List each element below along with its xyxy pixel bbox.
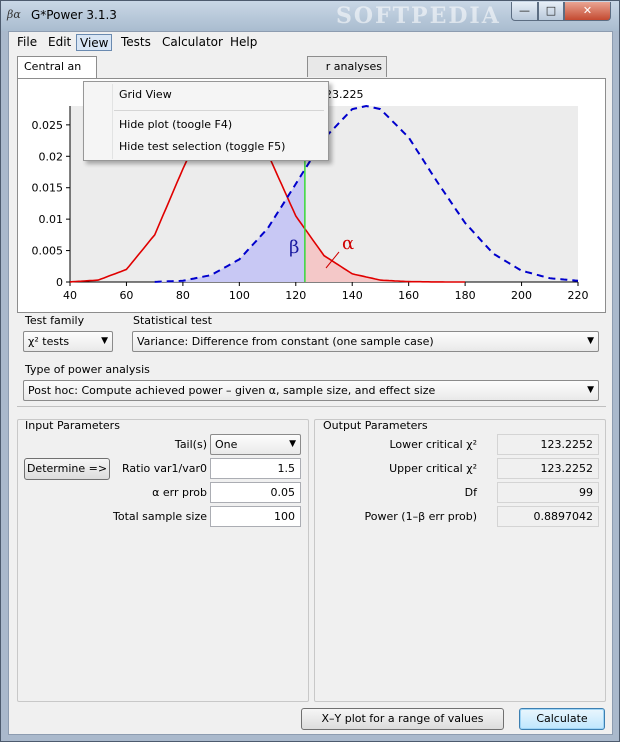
x-tick-label: 60 bbox=[119, 289, 133, 302]
chevron-down-icon: ▼ bbox=[587, 385, 594, 395]
menu-tests[interactable]: Tests bbox=[118, 34, 154, 51]
ratio-label: Ratio var1/var0 bbox=[122, 462, 207, 475]
lower-critical-value: 123.2252 bbox=[497, 434, 599, 455]
x-tick-label: 80 bbox=[176, 289, 190, 302]
x-tick-label: 200 bbox=[511, 289, 532, 302]
menu-help[interactable]: Help bbox=[227, 34, 260, 51]
menu-bar: File Edit View Tests Calculator Help bbox=[9, 32, 612, 52]
power-value: 0.8897042 bbox=[497, 506, 599, 527]
x-tick-label: 140 bbox=[342, 289, 363, 302]
menu-item-hide-test-selection[interactable]: Hide test selection (toggle F5) bbox=[119, 140, 285, 153]
y-tick-label: 0.025 bbox=[32, 119, 64, 132]
test-family-select[interactable]: χ² tests ▼ bbox=[23, 331, 113, 352]
menu-calculator[interactable]: Calculator bbox=[159, 34, 226, 51]
view-menu-dropdown: Grid View Hide plot (toogle F4) Hide tes… bbox=[83, 81, 329, 161]
title-bar[interactable]: βα G*Power 3.1.3 SOFTPEDIA — □ ✕ bbox=[1, 1, 619, 31]
calculate-button[interactable]: Calculate bbox=[519, 708, 605, 730]
df-label: Df bbox=[464, 486, 477, 499]
output-parameters-title: Output Parameters bbox=[323, 419, 428, 432]
app-window: βα G*Power 3.1.3 SOFTPEDIA — □ ✕ File Ed… bbox=[0, 0, 620, 742]
ratio-input[interactable]: 1.5 bbox=[210, 458, 301, 479]
maximize-button[interactable]: □ bbox=[538, 2, 564, 21]
x-tick-label: 180 bbox=[455, 289, 476, 302]
upper-critical-label: Upper critical χ² bbox=[389, 462, 477, 475]
x-tick-label: 220 bbox=[568, 289, 589, 302]
x-tick-label: 160 bbox=[398, 289, 419, 302]
menu-separator bbox=[114, 110, 324, 111]
test-family-value: χ² tests bbox=[28, 335, 70, 348]
tails-value: One bbox=[215, 438, 238, 451]
window-title: G*Power 3.1.3 bbox=[31, 8, 117, 22]
x-tick-label: 40 bbox=[63, 289, 77, 302]
watermark: SOFTPEDIA bbox=[336, 3, 501, 29]
statistical-test-select[interactable]: Variance: Difference from constant (one … bbox=[132, 331, 599, 352]
x-tick-label: 100 bbox=[229, 289, 250, 302]
chevron-down-icon: ▼ bbox=[289, 439, 296, 449]
input-parameters-title: Input Parameters bbox=[25, 419, 120, 432]
y-tick-label: 0.02 bbox=[39, 150, 64, 163]
upper-critical-value: 123.2252 bbox=[497, 458, 599, 479]
lower-critical-label: Lower critical χ² bbox=[389, 438, 477, 451]
x-tick-label: 120 bbox=[285, 289, 306, 302]
menu-item-grid-view[interactable]: Grid View bbox=[119, 88, 172, 101]
power-label: Power (1–β err prob) bbox=[364, 510, 477, 523]
test-family-label: Test family bbox=[25, 314, 85, 327]
y-tick-label: 0.005 bbox=[32, 245, 64, 258]
menu-file[interactable]: File bbox=[14, 34, 40, 51]
minimize-button[interactable]: — bbox=[511, 2, 538, 21]
critical-value-label: 23.225 bbox=[325, 88, 364, 101]
menu-gutter bbox=[112, 84, 113, 159]
gpower-app-icon: βα bbox=[7, 8, 21, 21]
xy-plot-button[interactable]: X–Y plot for a range of values bbox=[301, 708, 504, 730]
df-value: 99 bbox=[497, 482, 599, 503]
tails-label: Tail(s) bbox=[174, 438, 207, 451]
y-tick-label: 0.01 bbox=[39, 213, 64, 226]
menu-view[interactable]: View bbox=[76, 34, 113, 51]
power-analysis-type-label: Type of power analysis bbox=[25, 363, 150, 376]
alpha-err-prob-label: α err prob bbox=[152, 486, 207, 499]
menu-item-hide-plot[interactable]: Hide plot (toogle F4) bbox=[119, 118, 232, 131]
menu-edit[interactable]: Edit bbox=[45, 34, 74, 51]
statistical-test-label: Statistical test bbox=[133, 314, 212, 327]
total-sample-size-input[interactable]: 100 bbox=[210, 506, 301, 527]
y-tick-label: 0 bbox=[56, 276, 63, 289]
client-area: File Edit View Tests Calculator Help Cen… bbox=[8, 31, 613, 735]
statistical-test-value: Variance: Difference from constant (one … bbox=[137, 335, 434, 348]
y-tick-label: 0.015 bbox=[32, 182, 64, 195]
tab-distributions[interactable]: Central an bbox=[17, 56, 97, 78]
alpha-err-prob-input[interactable]: 0.05 bbox=[210, 482, 301, 503]
close-button[interactable]: ✕ bbox=[564, 2, 611, 21]
chevron-down-icon: ▼ bbox=[101, 336, 108, 346]
power-analysis-type-select[interactable]: Post hoc: Compute achieved power – given… bbox=[23, 380, 599, 401]
tails-select[interactable]: One ▼ bbox=[210, 434, 301, 455]
alpha-symbol: α bbox=[342, 233, 354, 254]
chevron-down-icon: ▼ bbox=[587, 336, 594, 346]
tab-strip: Central an r analyses bbox=[17, 56, 607, 78]
determine-button[interactable]: Determine => bbox=[24, 458, 110, 480]
beta-symbol: β bbox=[289, 237, 299, 258]
power-analysis-type-value: Post hoc: Compute achieved power – given… bbox=[28, 384, 436, 397]
tab-protocol[interactable]: r analyses bbox=[307, 56, 387, 77]
divider bbox=[17, 406, 606, 407]
total-sample-size-label: Total sample size bbox=[112, 510, 207, 523]
